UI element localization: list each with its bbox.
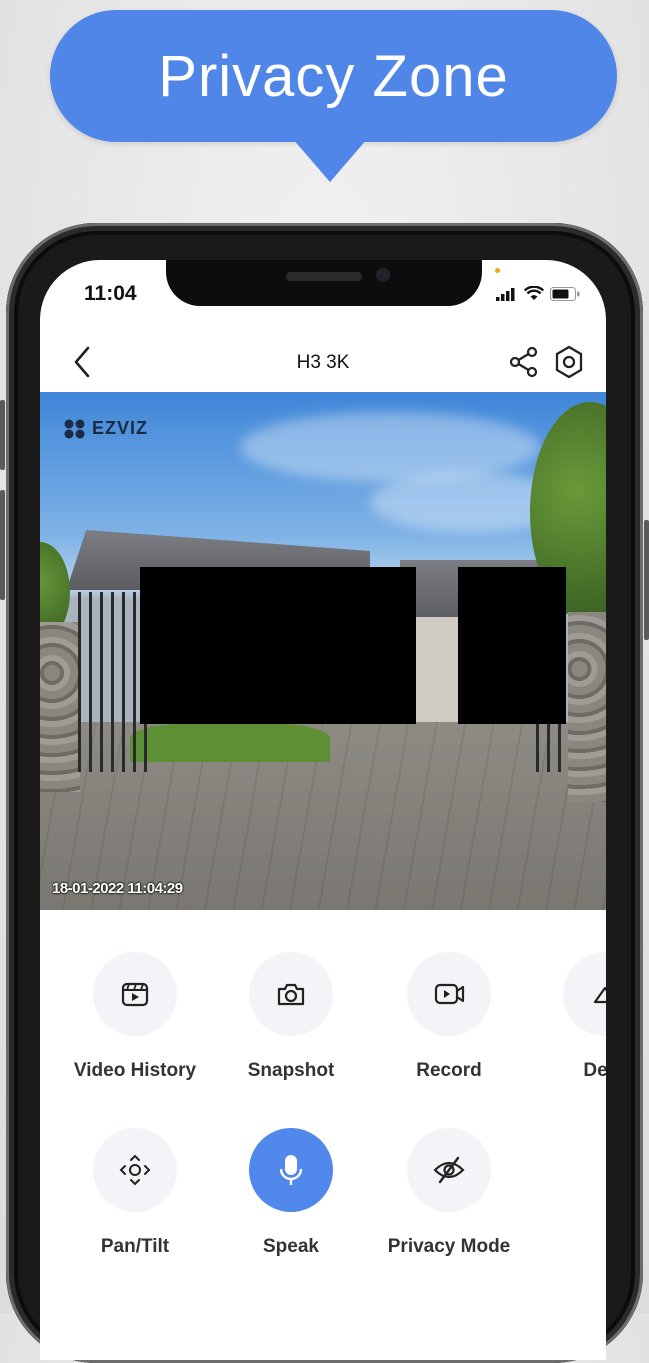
phone-power-button — [644, 520, 649, 640]
wifi-icon — [524, 286, 544, 300]
definition-icon — [593, 986, 606, 1004]
record-label: Record — [416, 1060, 482, 1081]
privacy-mask-zone[interactable] — [458, 567, 566, 724]
speak-label: Speak — [263, 1236, 319, 1257]
stone-pillar — [40, 622, 80, 792]
snapshot-icon-circle — [249, 952, 333, 1036]
video-history-icon-circle — [93, 952, 177, 1036]
battery-icon — [550, 287, 580, 301]
front-camera — [376, 268, 390, 282]
ezviz-logo: EZVIZ — [64, 418, 148, 439]
status-icons — [496, 286, 580, 301]
privacy-zone-banner: Privacy Zone — [50, 10, 617, 142]
pan-tilt-label: Pan/Tilt — [100, 1236, 170, 1257]
privacy-mode-label: Privacy Mode — [387, 1236, 511, 1257]
privacy-mode-icon — [433, 1156, 465, 1184]
settings-gear-icon[interactable] — [552, 344, 586, 380]
banner-pointer — [292, 138, 368, 182]
iron-gate — [78, 592, 148, 772]
camera-icon — [277, 983, 305, 1006]
privacy-mask-zone[interactable] — [140, 567, 416, 724]
pan-tilt-icon-circle — [93, 1128, 177, 1212]
live-video-feed[interactable]: EZVIZ 18-01-2022 11:04:29 — [40, 392, 606, 910]
phone-volume-button — [0, 400, 5, 470]
stone-pillar — [568, 612, 606, 802]
snapshot-button[interactable]: Snapshot — [216, 952, 366, 1082]
definition-label: Defir — [583, 1060, 606, 1081]
brand-text: EZVIZ — [92, 418, 149, 438]
cloud — [240, 412, 540, 482]
video-history-button[interactable]: Video History — [60, 952, 210, 1082]
snapshot-label: Snapshot — [247, 1060, 335, 1081]
speak-button[interactable]: Speak — [216, 1128, 366, 1258]
record-icon-circle — [407, 952, 491, 1036]
pan-tilt-button[interactable]: Pan/Tilt — [60, 1128, 210, 1258]
banner-title: Privacy Zone — [158, 43, 509, 109]
privacy-mode-icon-circle — [407, 1128, 491, 1212]
definition-icon-circle — [563, 952, 606, 1036]
control-panel: Video History Snapshot Record De Pan/Til… — [40, 910, 606, 1360]
share-icon[interactable] — [508, 344, 540, 380]
phone-volume-button — [0, 490, 5, 600]
microphone-icon — [279, 1155, 303, 1185]
record-icon — [434, 983, 465, 1005]
status-time: 11:04 — [84, 282, 137, 305]
speak-icon-circle — [249, 1128, 333, 1212]
definition-button[interactable]: Defir — [530, 952, 606, 1082]
video-history-icon — [121, 982, 149, 1007]
video-timestamp: 18-01-2022 11:04:29 — [52, 880, 183, 897]
signal-icon — [496, 288, 515, 301]
camera-nav-bar: H3 3K — [40, 338, 606, 388]
pan-tilt-icon — [119, 1154, 151, 1186]
video-history-label: Video History — [73, 1060, 197, 1081]
privacy-mode-button[interactable]: Privacy Mode — [374, 1128, 524, 1258]
speaker-grille — [286, 272, 362, 281]
grass-patch — [130, 722, 330, 762]
phone-screen: 11:04 H3 3K EZVIZ 18-01-2022 11:04:29 Vi… — [40, 260, 606, 1360]
privacy-indicator-dot — [495, 268, 500, 273]
ezviz-logo-icon — [64, 419, 85, 438]
phone-notch — [166, 260, 482, 306]
record-button[interactable]: Record — [374, 952, 524, 1082]
